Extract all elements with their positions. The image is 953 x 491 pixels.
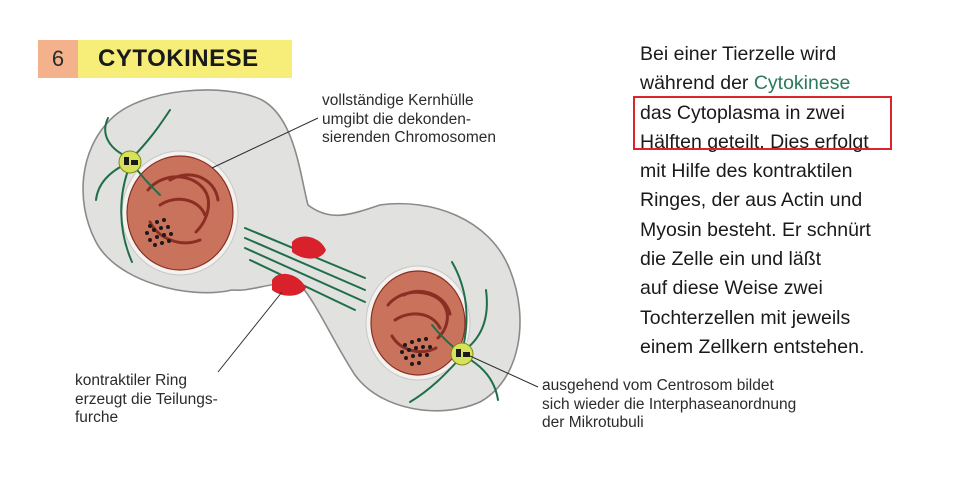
right-centrosome bbox=[450, 342, 474, 366]
leader-contractile-ring bbox=[217, 291, 283, 373]
highlighted-term: Cytokinese bbox=[753, 72, 851, 95]
label-centrosome: ausgehend vom Centrosom bildet sich wied… bbox=[542, 377, 797, 431]
left-centrosome bbox=[118, 150, 142, 174]
highlight-frame bbox=[633, 96, 892, 150]
label-nuclear-envelope: vollständige Kernhülle umgibt die dekond… bbox=[322, 92, 497, 146]
label-contractile-ring: kontraktiler Ring erzeugt die Teilungs- … bbox=[75, 372, 218, 426]
description-text: Bei einer Tierzelle wird während der Cyt… bbox=[640, 43, 871, 358]
left-nucleus bbox=[121, 150, 239, 276]
